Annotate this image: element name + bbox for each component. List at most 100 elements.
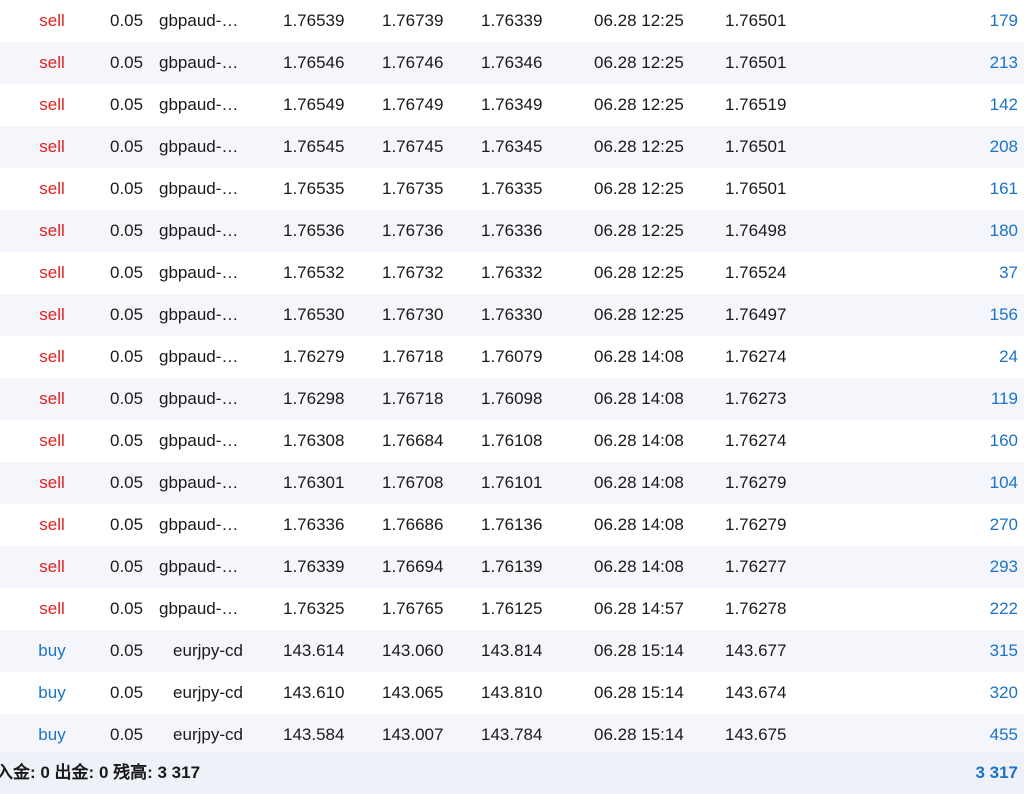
order-profit: 208	[989, 137, 1018, 156]
table-row[interactable]: sell 0.05 gbpaud-… 1.76532 1.76732 1.76332 06.…	[0, 252, 1024, 294]
table-row[interactable]: sell 0.05 gbpaud-… 1.76325 1.76765 1.76125 06.…	[0, 588, 1024, 630]
order-type: sell	[39, 53, 65, 72]
stop-loss: 1.76686	[382, 515, 444, 534]
open-time: 06.28 14:08	[594, 473, 684, 492]
order-type: sell	[39, 179, 65, 198]
open-price: 1.76549	[283, 95, 345, 114]
table-row[interactable]: sell 0.05 gbpaud-… 1.76549 1.76749 1.76349 06.…	[0, 84, 1024, 126]
order-type: sell	[39, 389, 65, 408]
table-row[interactable]: sell 0.05 gbpaud-… 1.76546 1.76746 1.76346 06.…	[0, 42, 1024, 84]
open-time: 06.28 12:25	[594, 221, 684, 240]
current-price: 1.76501	[725, 137, 787, 156]
take-profit: 1.76098	[481, 389, 543, 408]
open-time: 06.28 12:25	[594, 179, 684, 198]
open-price: 1.76539	[283, 11, 345, 30]
order-profit: 222	[989, 599, 1018, 618]
order-volume: 0.05	[110, 641, 144, 660]
order-type: sell	[39, 263, 65, 282]
take-profit: 1.76079	[481, 347, 543, 366]
total-profit: 3 317	[975, 763, 1018, 782]
stop-loss: 143.007	[382, 725, 444, 744]
open-price: 1.76536	[283, 221, 345, 240]
current-price: 1.76519	[725, 95, 787, 114]
open-time: 06.28 15:14	[594, 641, 684, 660]
open-time: 06.28 15:14	[594, 683, 684, 702]
table-row[interactable]: sell 0.05 gbpaud-… 1.76298 1.76718 1.76098 06.…	[0, 378, 1024, 420]
order-volume: 0.05	[110, 473, 144, 492]
order-type: buy	[38, 725, 66, 744]
order-profit: 161	[989, 179, 1018, 198]
order-symbol: gbpaud-…	[159, 305, 239, 324]
positions-table: sell 0.05 gbpaud-… 1.76539 1.76739 1.76339 06.…	[0, 0, 1024, 756]
order-volume: 0.05	[110, 221, 144, 240]
table-row[interactable]: sell 0.05 gbpaud-… 1.76536 1.76736 1.76336 06.…	[0, 210, 1024, 252]
order-symbol: gbpaud-…	[159, 515, 239, 534]
stop-loss: 1.76746	[382, 53, 444, 72]
table-row[interactable]: sell 0.05 gbpaud-… 1.76301 1.76708 1.76101 06.…	[0, 462, 1024, 504]
current-price: 143.674	[725, 683, 787, 702]
current-price: 1.76501	[725, 53, 787, 72]
open-price: 1.76546	[283, 53, 345, 72]
stop-loss: 1.76684	[382, 431, 444, 450]
order-symbol: gbpaud-…	[159, 557, 239, 576]
open-price: 1.76545	[283, 137, 345, 156]
table-row[interactable]: buy 0.05 eurjpy-cd 143.610 143.065 143.810 06.…	[0, 672, 1024, 714]
order-symbol: gbpaud-…	[159, 431, 239, 450]
order-profit: 160	[989, 431, 1018, 450]
take-profit: 143.810	[481, 683, 543, 702]
order-volume: 0.05	[110, 557, 144, 576]
order-profit: 320	[989, 683, 1018, 702]
order-type: sell	[39, 95, 65, 114]
open-price: 1.76532	[283, 263, 345, 282]
open-price: 1.76325	[283, 599, 345, 618]
take-profit: 1.76349	[481, 95, 543, 114]
order-profit: 180	[989, 221, 1018, 240]
open-price: 1.76301	[283, 473, 345, 492]
take-profit: 1.76335	[481, 179, 543, 198]
current-price: 143.675	[725, 725, 787, 744]
stop-loss: 1.76745	[382, 137, 444, 156]
open-time: 06.28 12:25	[594, 263, 684, 282]
current-price: 1.76524	[725, 263, 787, 282]
current-price: 1.76274	[725, 347, 787, 366]
table-row[interactable]: sell 0.05 gbpaud-… 1.76545 1.76745 1.76345 06.…	[0, 126, 1024, 168]
order-symbol: gbpaud-…	[159, 599, 239, 618]
open-price: 143.610	[283, 683, 345, 702]
table-row[interactable]: buy 0.05 eurjpy-cd 143.584 143.007 143.784 06.…	[0, 714, 1024, 756]
stop-loss: 143.060	[382, 641, 444, 660]
table-row[interactable]: sell 0.05 gbpaud-… 1.76336 1.76686 1.76136 06.…	[0, 504, 1024, 546]
order-volume: 0.05	[110, 515, 144, 534]
open-price: 1.76279	[283, 347, 345, 366]
table-row[interactable]: sell 0.05 gbpaud-… 1.76535 1.76735 1.76335 06.…	[0, 168, 1024, 210]
table-row[interactable]: sell 0.05 gbpaud-… 1.76339 1.76694 1.76139 06.…	[0, 546, 1024, 588]
table-row[interactable]: sell 0.05 gbpaud-… 1.76539 1.76739 1.76339 06.…	[0, 0, 1024, 42]
order-type: sell	[39, 137, 65, 156]
stop-loss: 1.76739	[382, 11, 444, 30]
table-row[interactable]: sell 0.05 gbpaud-… 1.76279 1.76718 1.76079 06.…	[0, 336, 1024, 378]
take-profit: 1.76136	[481, 515, 543, 534]
order-type: sell	[39, 347, 65, 366]
order-profit: 455	[989, 725, 1018, 744]
order-volume: 0.05	[110, 11, 144, 30]
take-profit: 1.76125	[481, 599, 543, 618]
table-row[interactable]: sell 0.05 gbpaud-… 1.76308 1.76684 1.76108 06.…	[0, 420, 1024, 462]
order-profit: 315	[989, 641, 1018, 660]
open-time: 06.28 12:25	[594, 137, 684, 156]
account-summary-bar: 入金: 0 出金: 0 残高: 3 317 3 317	[0, 752, 1024, 794]
table-row[interactable]: sell 0.05 gbpaud-… 1.76530 1.76730 1.76330 06.…	[0, 294, 1024, 336]
order-symbol: gbpaud-…	[159, 179, 239, 198]
order-volume: 0.05	[110, 179, 144, 198]
table-row[interactable]: buy 0.05 eurjpy-cd 143.614 143.060 143.814 06.…	[0, 630, 1024, 672]
order-type: sell	[39, 431, 65, 450]
open-price: 1.76336	[283, 515, 345, 534]
order-type: sell	[39, 473, 65, 492]
open-price: 1.76530	[283, 305, 345, 324]
open-time: 06.28 14:08	[594, 389, 684, 408]
order-profit: 213	[989, 53, 1018, 72]
order-volume: 0.05	[110, 53, 144, 72]
order-profit: 37	[999, 263, 1018, 282]
current-price: 1.76498	[725, 221, 787, 240]
open-time: 06.28 12:25	[594, 11, 684, 30]
order-symbol: eurjpy-cd	[173, 683, 243, 702]
current-price: 1.76279	[725, 515, 787, 534]
